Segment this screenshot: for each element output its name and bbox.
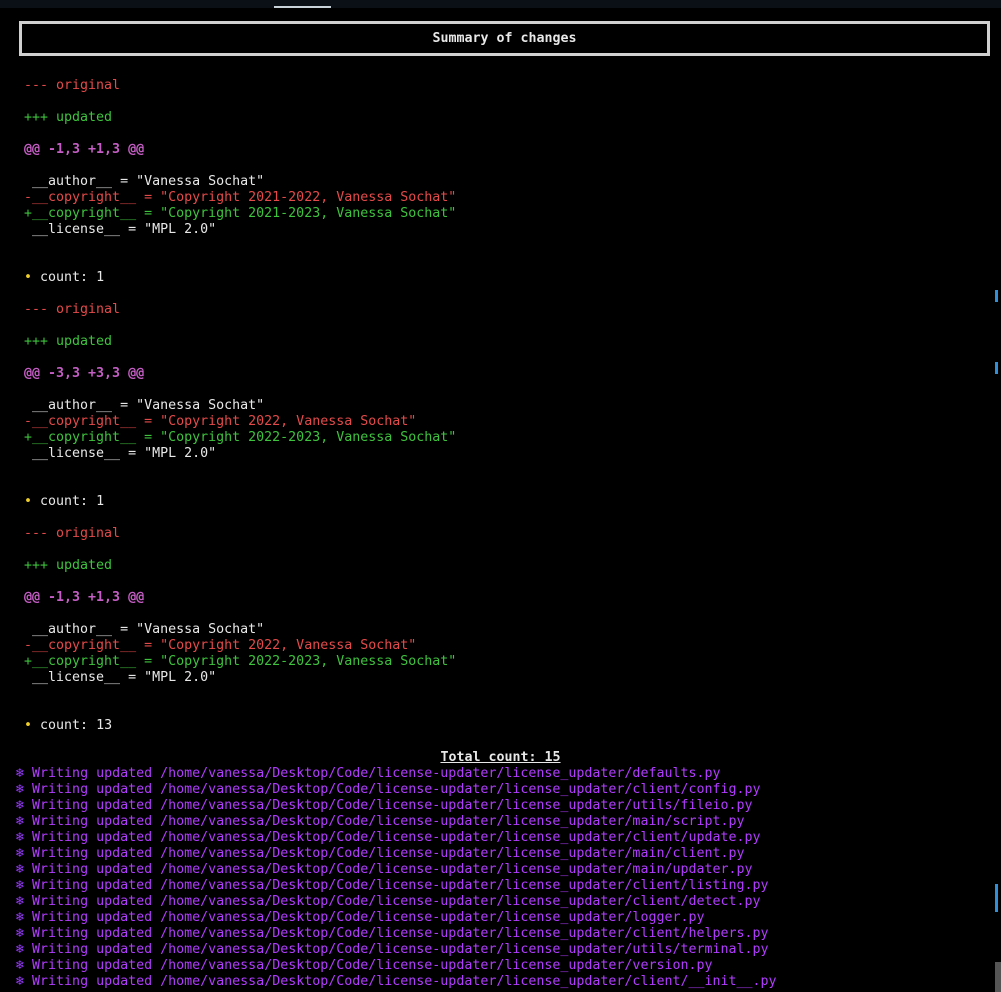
snowflake-icon: ❄: [16, 910, 25, 925]
writing-line: ❄ Writing updated /home/vanessa/Desktop/…: [16, 846, 745, 862]
scrollbar-marker[interactable]: [995, 884, 998, 912]
writing-line: ❄ Writing updated /home/vanessa/Desktop/…: [16, 958, 713, 974]
writing-text: Writing updated /home/vanessa/Desktop/Co…: [32, 830, 761, 845]
writing-text: Writing updated /home/vanessa/Desktop/Co…: [32, 798, 753, 813]
diff-deleted-line: -__copyright__ = "Copyright 2021-2022, V…: [24, 190, 457, 205]
count-text: count: 1: [40, 494, 105, 509]
diff-updated-header: +++ updated: [24, 334, 113, 349]
writing-text: Writing updated /home/vanessa/Desktop/Co…: [32, 958, 713, 973]
diff-deleted-line: -__copyright__ = "Copyright 2022, Vaness…: [24, 414, 417, 429]
writing-line: ❄ Writing updated /home/vanessa/Desktop/…: [16, 862, 753, 878]
writing-line: ❄ Writing updated /home/vanessa/Desktop/…: [16, 910, 705, 926]
diff-added-line: +__copyright__ = "Copyright 2022-2023, V…: [24, 430, 457, 445]
writing-line: ❄ Writing updated /home/vanessa/Desktop/…: [16, 942, 769, 958]
diff-context-line: __author__ = "Vanessa Sochat": [24, 622, 265, 637]
writing-text: Writing updated /home/vanessa/Desktop/Co…: [32, 846, 745, 861]
summary-panel: Summary of changes: [19, 21, 990, 56]
count-text: count: 1: [40, 270, 105, 285]
diff-added-line: +__copyright__ = "Copyright 2022-2023, V…: [24, 654, 457, 669]
snowflake-icon: ❄: [16, 878, 25, 893]
writing-line: ❄ Writing updated /home/vanessa/Desktop/…: [16, 782, 761, 798]
scrollbar-marker[interactable]: [995, 362, 998, 374]
snowflake-icon: ❄: [16, 782, 25, 797]
diff-context-line: __license__ = "MPL 2.0": [24, 670, 217, 685]
writing-line: ❄ Writing updated /home/vanessa/Desktop/…: [16, 814, 745, 830]
diff-hunk-header: @@ -3,3 +3,3 @@: [24, 366, 145, 381]
diff-deleted-line: -__copyright__ = "Copyright 2022, Vaness…: [24, 638, 417, 653]
diff-count: • count: 13: [24, 718, 112, 734]
diff-updated-header: +++ updated: [24, 110, 113, 125]
snowflake-icon: ❄: [16, 958, 25, 973]
diff-count: • count: 1: [24, 270, 104, 286]
writing-line: ❄ Writing updated /home/vanessa/Desktop/…: [16, 830, 761, 846]
scrollbar-thumb[interactable]: [995, 962, 1001, 992]
diff-count: • count: 1: [24, 494, 104, 510]
writing-line: ❄ Writing updated /home/vanessa/Desktop/…: [16, 798, 753, 814]
writing-line: ❄ Writing updated /home/vanessa/Desktop/…: [16, 894, 761, 910]
writing-text: Writing updated /home/vanessa/Desktop/Co…: [32, 766, 721, 781]
diff-original-header: --- original: [24, 526, 121, 541]
diff-context-line: __license__ = "MPL 2.0": [24, 222, 217, 237]
bullet-icon: •: [24, 718, 33, 733]
snowflake-icon: ❄: [16, 926, 25, 941]
snowflake-icon: ❄: [16, 846, 25, 861]
writing-line: ❄ Writing updated /home/vanessa/Desktop/…: [16, 878, 769, 894]
diff-added-line: +__copyright__ = "Copyright 2021-2023, V…: [24, 206, 457, 221]
writing-text: Writing updated /home/vanessa/Desktop/Co…: [32, 974, 777, 989]
active-tab-indicator[interactable]: [274, 6, 331, 8]
terminal-top-bar: [0, 0, 1001, 8]
writing-text: Writing updated /home/vanessa/Desktop/Co…: [32, 926, 769, 941]
snowflake-icon: ❄: [16, 942, 25, 957]
diff-context-line: __license__ = "MPL 2.0": [24, 446, 217, 461]
writing-line: ❄ Writing updated /home/vanessa/Desktop/…: [16, 766, 721, 782]
diff-original-header: --- original: [24, 302, 121, 317]
snowflake-icon: ❄: [16, 862, 25, 877]
diff-context-line: __author__ = "Vanessa Sochat": [24, 174, 265, 189]
bullet-icon: •: [24, 270, 33, 285]
snowflake-icon: ❄: [16, 798, 25, 813]
writing-line: ❄ Writing updated /home/vanessa/Desktop/…: [16, 926, 769, 942]
writing-text: Writing updated /home/vanessa/Desktop/Co…: [32, 862, 753, 877]
bullet-icon: •: [24, 494, 33, 509]
writing-text: Writing updated /home/vanessa/Desktop/Co…: [32, 878, 769, 893]
snowflake-icon: ❄: [16, 814, 25, 829]
diff-context-line: __author__ = "Vanessa Sochat": [24, 398, 265, 413]
writing-text: Writing updated /home/vanessa/Desktop/Co…: [32, 782, 761, 797]
snowflake-icon: ❄: [16, 894, 25, 909]
snowflake-icon: ❄: [16, 830, 25, 845]
diff-hunk-header: @@ -1,3 +1,3 @@: [24, 142, 145, 157]
total-count: Total count: 15: [440, 750, 561, 765]
snowflake-icon: ❄: [16, 766, 25, 781]
summary-title: Summary of changes: [432, 31, 577, 46]
scrollbar-marker[interactable]: [995, 290, 998, 302]
writing-text: Writing updated /home/vanessa/Desktop/Co…: [32, 814, 745, 829]
writing-text: Writing updated /home/vanessa/Desktop/Co…: [32, 894, 761, 909]
writing-line: ❄ Writing updated /home/vanessa/Desktop/…: [16, 974, 777, 990]
diff-hunk-header: @@ -1,3 +1,3 @@: [24, 590, 145, 605]
diff-updated-header: +++ updated: [24, 558, 113, 573]
diff-original-header: --- original: [24, 78, 121, 93]
writing-text: Writing updated /home/vanessa/Desktop/Co…: [32, 942, 769, 957]
snowflake-icon: ❄: [16, 974, 25, 989]
writing-text: Writing updated /home/vanessa/Desktop/Co…: [32, 910, 705, 925]
count-text: count: 13: [40, 718, 113, 733]
